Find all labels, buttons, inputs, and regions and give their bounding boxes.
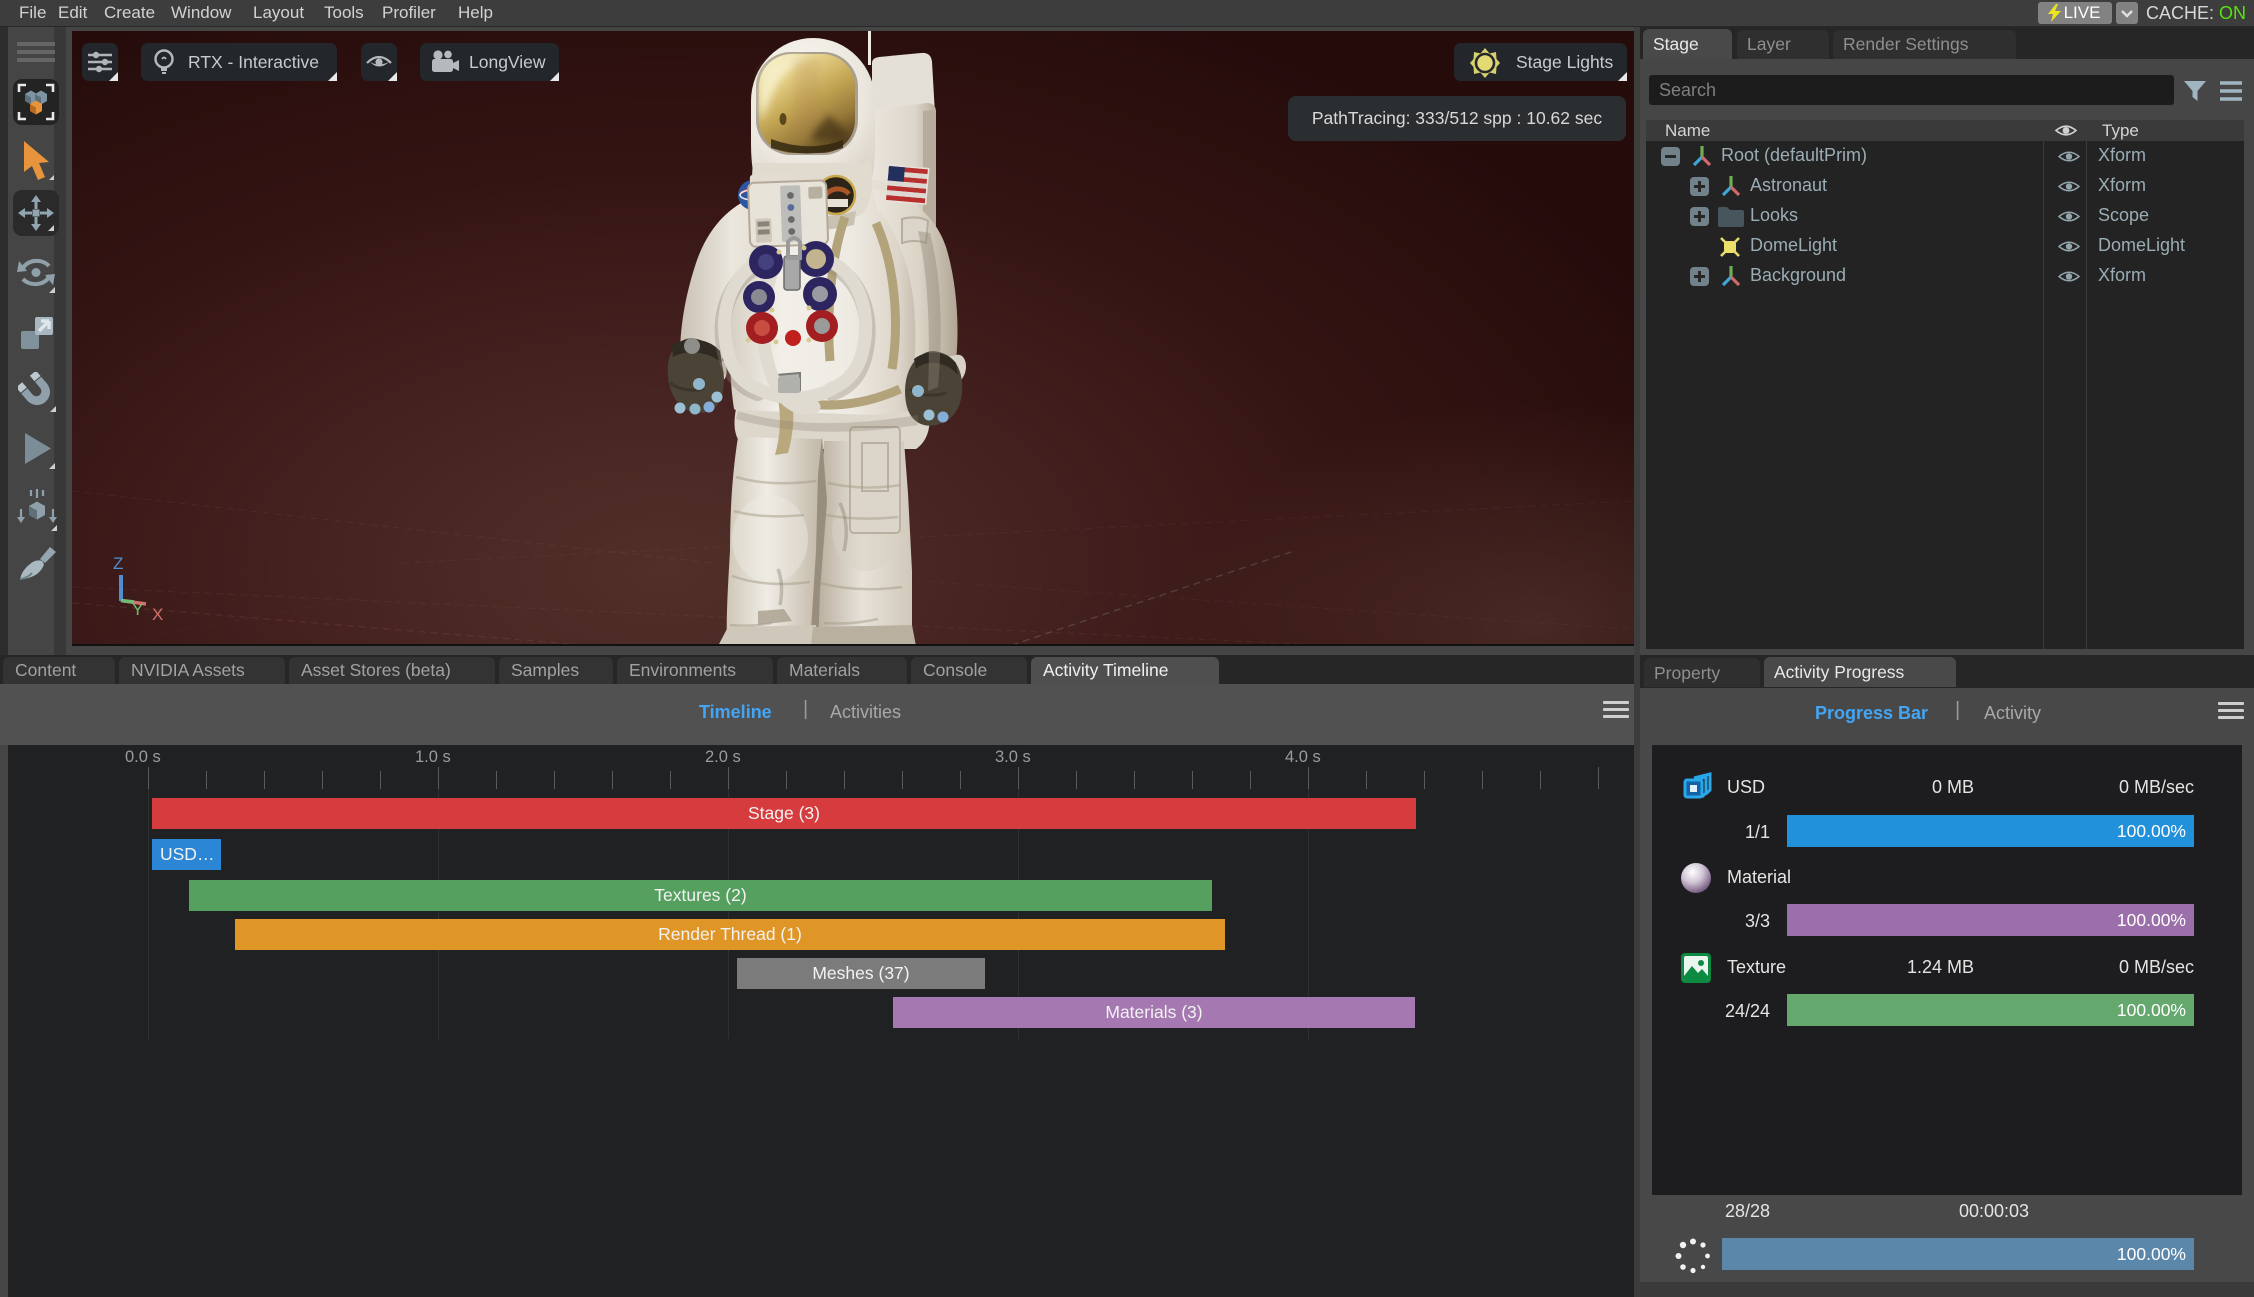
svg-text:X: X xyxy=(152,605,163,624)
svg-text:Y: Y xyxy=(132,600,143,619)
svg-text:Z: Z xyxy=(113,554,123,573)
